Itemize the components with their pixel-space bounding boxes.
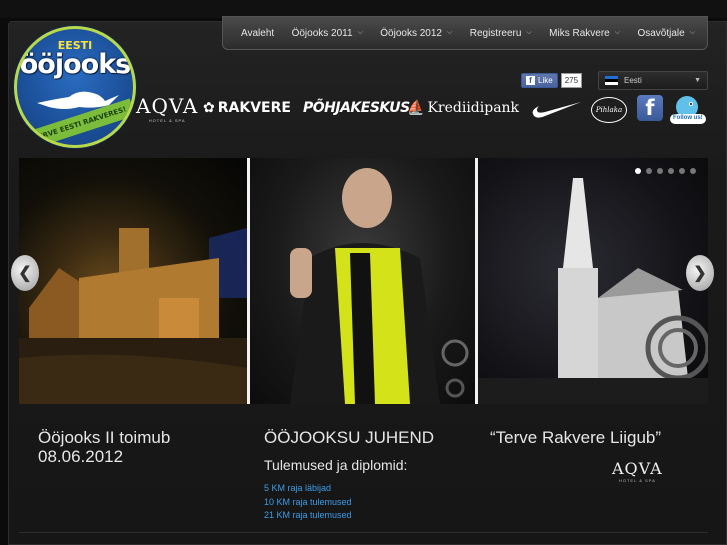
nav-label: Avaleht: [241, 27, 275, 39]
chevron-down-icon: ⌵: [526, 29, 532, 36]
nav-label: Ööjooks 2011: [291, 27, 353, 39]
chevron-down-icon: ⌵: [447, 29, 453, 36]
results-links: 5 KM raja läbijad 10 KM raja tulemused 2…: [264, 482, 474, 523]
runner-illustration: [290, 168, 469, 404]
nav-label: Registreeru: [469, 27, 522, 39]
sponsor-pohjakeskus-name: PÕHJAKESKUS: [303, 100, 410, 116]
nav-item-avaleht[interactable]: Avaleht: [241, 28, 274, 39]
castle-illustration: [19, 228, 247, 404]
facebook-icon: f: [526, 76, 535, 85]
sponsor-aqva-name: AQVA: [136, 94, 199, 118]
slide-divider: [247, 158, 250, 404]
sponsor-pohjakeskus[interactable]: PÕHJAKESKUS: [303, 100, 410, 116]
chevron-left-icon: ❮: [18, 265, 32, 282]
nav-item-oojooks-2012[interactable]: Ööjooks 2012 ⌵: [380, 28, 452, 39]
column-title: Ööjooks II toimub 08.06.2012: [38, 428, 171, 466]
facebook-icon: f: [645, 96, 655, 120]
facebook-page-link[interactable]: f: [637, 95, 663, 121]
twitter-bird-icon: [670, 96, 706, 124]
slider-dot[interactable]: [690, 168, 696, 174]
sponsor-krediidipank[interactable]: ⛵ Krediidipank: [407, 100, 519, 116]
chevron-down-icon: ⌵: [357, 29, 363, 36]
facebook-like-label: Like: [538, 76, 553, 85]
site-logo[interactable]: EESTI ööjooks TERVE EESTI RAKVERES!: [14, 26, 136, 148]
nav-item-oojooks-2011[interactable]: Ööjooks 2011 ⌵: [292, 28, 363, 39]
nav-label: Miks Rakvere: [549, 27, 610, 39]
link-21km-results[interactable]: 21 KM raja tulemused: [264, 509, 474, 523]
chevron-right-icon: ❯: [693, 265, 707, 282]
sponsor-aqva-sub: HOTEL & SPA: [148, 118, 186, 123]
sponsor-krediidipank-name: Krediidipank: [427, 100, 520, 116]
sponsor-pihlaka-name: Pihlaka: [595, 106, 623, 114]
sponsor-rakvere[interactable]: ✿ RAKVERE: [203, 100, 291, 116]
news-column-2: ÖÖJOOKSU JUHEND Tulemused ja diplomid: 5…: [264, 428, 474, 523]
sponsor-rakvere-name: RAKVERE: [217, 100, 291, 116]
chevron-down-icon: ▼: [694, 77, 701, 84]
twitter-follow-link[interactable]: Follow us!: [669, 94, 707, 126]
aqva-logo-sub: HOTEL & SPA: [618, 478, 656, 483]
ship-icon: ⛵: [407, 100, 425, 116]
link-10km-results[interactable]: 10 KM raja tulemused: [264, 496, 474, 510]
slider-dot[interactable]: [646, 168, 652, 174]
image-slider: [19, 158, 708, 404]
news-column-3: “Terve Rakvere Liigub”: [490, 428, 690, 447]
sponsor-aqva[interactable]: AQVA HOTEL & SPA: [136, 94, 198, 123]
nav-label: Osavõtjale: [637, 27, 685, 39]
link-5km-results[interactable]: 5 KM raja läbijad: [264, 482, 474, 496]
flower-icon: ✿: [203, 100, 215, 116]
facebook-like-button[interactable]: f Like: [521, 73, 558, 88]
aqva-logo[interactable]: AQVA HOTEL & SPA: [612, 459, 663, 483]
sponsor-pihlaka[interactable]: Pihlaka: [591, 97, 627, 123]
chevron-down-icon: ⌵: [689, 29, 695, 36]
column-title: ÖÖJOOKSU JUHEND: [264, 428, 435, 447]
slider-dot[interactable]: [668, 168, 674, 174]
slider-dot[interactable]: [657, 168, 663, 174]
language-selected: Eesti: [624, 76, 642, 85]
slide-photo-castle: [19, 158, 247, 404]
slide-divider: [475, 158, 478, 404]
church-illustration: [478, 178, 708, 404]
twitter-follow-label: Follow us!: [673, 115, 703, 121]
nike-swoosh-icon: [532, 102, 581, 118]
column-subtitle: Tulemused ja diplomid:: [264, 457, 408, 473]
slide-photo-church: [478, 158, 708, 404]
facebook-like-count: 275: [560, 73, 583, 88]
slider-dot[interactable]: [635, 168, 641, 174]
aqva-logo-name: AQVA: [612, 459, 663, 478]
logo-title: ööjooks: [19, 49, 131, 80]
chevron-down-icon: ⌵: [614, 29, 621, 36]
nav-item-miks-rakvere[interactable]: Miks Rakvere ⌵: [549, 28, 620, 39]
slider-pagination: [635, 168, 696, 174]
sponsor-bar: AQVA HOTEL & SPA ✿ RAKVERE PÕHJAKESKUS ⛵…: [136, 94, 711, 130]
estonian-flag-icon: [605, 76, 618, 85]
sponsor-nike[interactable]: [531, 100, 583, 120]
slider-prev-button[interactable]: ❮: [11, 255, 39, 291]
nav-item-registreeru[interactable]: Registreeru ⌵: [470, 28, 532, 39]
slider-dot[interactable]: [679, 168, 685, 174]
footer-divider: [19, 532, 708, 533]
nav-label: Ööjooks 2012: [380, 27, 442, 39]
facebook-like: f Like 275: [521, 73, 583, 88]
column-title: “Terve Rakvere Liigub”: [490, 428, 662, 447]
news-column-1: Ööjooks II toimub 08.06.2012: [38, 428, 238, 466]
slider-next-button[interactable]: ❯: [686, 255, 714, 291]
main-nav: Avaleht Ööjooks 2011 ⌵ Ööjooks 2012 ⌵ Regi…: [222, 16, 708, 50]
nav-item-osavotjale[interactable]: Osavõtjale ⌵: [637, 28, 695, 39]
language-select[interactable]: Eesti ▼: [598, 71, 708, 90]
slide-photo-runner: [250, 158, 475, 404]
